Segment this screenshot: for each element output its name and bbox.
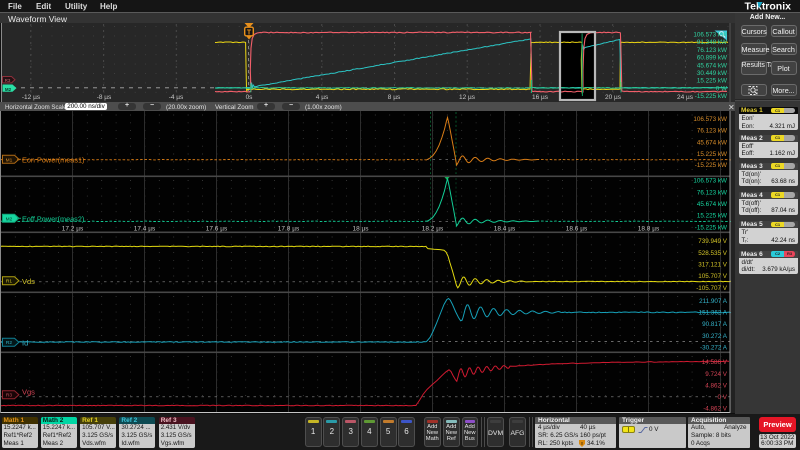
svg-text:30.449 kW: 30.449 kW — [697, 70, 727, 77]
svg-text:106.573 kW: 106.573 kW — [693, 116, 727, 123]
svg-text:15.225 kW: 15.225 kW — [697, 78, 727, 85]
svg-text:91.348 kW: 91.348 kW — [697, 39, 727, 46]
svg-text:15.225 kW: 15.225 kW — [697, 213, 727, 220]
svg-text:0 V: 0 V — [718, 394, 728, 401]
svg-text:0s: 0s — [246, 94, 254, 101]
svg-text:76.123 kW: 76.123 kW — [697, 47, 727, 54]
svg-text:317.121 V: 317.121 V — [698, 262, 728, 269]
svg-text:17.6 µs: 17.6 µs — [206, 226, 228, 233]
svg-text:18.4 µs: 18.4 µs — [494, 226, 516, 233]
svg-text:151.362 A: 151.362 A — [699, 310, 728, 317]
svg-text:8 µs: 8 µs — [388, 94, 401, 101]
svg-text:-105.707 V: -105.707 V — [696, 285, 728, 292]
svg-text:17.8 µs: 17.8 µs — [278, 226, 300, 233]
svg-text:-15.225 kW: -15.225 kW — [695, 93, 727, 100]
svg-text:17.2 µs: 17.2 µs — [62, 226, 84, 233]
svg-text:4 µs: 4 µs — [316, 94, 329, 101]
svg-text:106.573 kW: 106.573 kW — [693, 178, 727, 185]
svg-text:-15.225 kW: -15.225 kW — [695, 224, 727, 231]
svg-text:Eoff Power(meas2): Eoff Power(meas2) — [22, 215, 84, 224]
svg-text:106.573 kW: 106.573 kW — [693, 32, 727, 39]
svg-text:Eon Power(meas1): Eon Power(meas1) — [22, 156, 84, 165]
svg-text:R1: R1 — [6, 279, 12, 285]
svg-text:T: T — [247, 30, 252, 37]
svg-text:9.724 V: 9.724 V — [705, 371, 728, 378]
svg-text:45.674 kW: 45.674 kW — [697, 62, 727, 69]
svg-text:Vgs: Vgs — [22, 388, 35, 397]
svg-text:528.535 V: 528.535 V — [698, 250, 728, 257]
svg-text:M1: M1 — [6, 157, 13, 163]
svg-text:739.949 V: 739.949 V — [698, 238, 728, 245]
svg-text:-4.862 V: -4.862 V — [703, 406, 728, 413]
svg-text:Tektronix: Tektronix — [745, 1, 792, 13]
svg-text:M2: M2 — [5, 87, 12, 92]
svg-text:14.586 V: 14.586 V — [702, 359, 728, 366]
svg-text:20 µs: 20 µs — [605, 94, 622, 101]
svg-text:16 µs: 16 µs — [532, 94, 549, 101]
svg-text:76.123 kW: 76.123 kW — [697, 128, 727, 135]
svg-text:30.272 A: 30.272 A — [702, 333, 728, 340]
svg-text:M2: M2 — [6, 216, 13, 222]
svg-text:15.225 kW: 15.225 kW — [697, 151, 727, 158]
svg-text:-8 µs: -8 µs — [97, 94, 112, 101]
svg-text:18.6 µs: 18.6 µs — [566, 226, 588, 233]
svg-text:45.674 kW: 45.674 kW — [697, 201, 727, 208]
svg-text:211.907 A: 211.907 A — [699, 298, 728, 305]
svg-text:60.899 kW: 60.899 kW — [697, 55, 727, 62]
svg-text:-15.225 kW: -15.225 kW — [695, 162, 727, 169]
svg-text:76.123 kW: 76.123 kW — [697, 189, 727, 196]
svg-text:Vds: Vds — [22, 277, 35, 286]
svg-text:-4 µs: -4 µs — [169, 94, 184, 101]
svg-text:24 µs: 24 µs — [677, 94, 694, 101]
svg-text:18 µs: 18 µs — [352, 226, 369, 233]
svg-text:4.862 V: 4.862 V — [705, 382, 728, 389]
svg-text:0 W: 0 W — [716, 85, 727, 92]
svg-text:12 µs: 12 µs — [459, 94, 476, 101]
svg-text:R3: R3 — [5, 78, 11, 83]
svg-text:18.2 µs: 18.2 µs — [422, 226, 444, 233]
svg-text:R3: R3 — [6, 393, 12, 399]
svg-text:-30.272 A: -30.272 A — [700, 345, 728, 352]
svg-text:Id: Id — [22, 339, 28, 348]
svg-text:90.817 A: 90.817 A — [702, 321, 728, 328]
svg-text:-12 µs: -12 µs — [22, 94, 41, 101]
svg-text:17.4 µs: 17.4 µs — [134, 226, 156, 233]
svg-text:105.707 V: 105.707 V — [698, 273, 728, 280]
svg-text:18.8 µs: 18.8 µs — [638, 226, 660, 233]
svg-text:45.674 kW: 45.674 kW — [697, 139, 727, 146]
svg-text:R2: R2 — [6, 340, 12, 346]
